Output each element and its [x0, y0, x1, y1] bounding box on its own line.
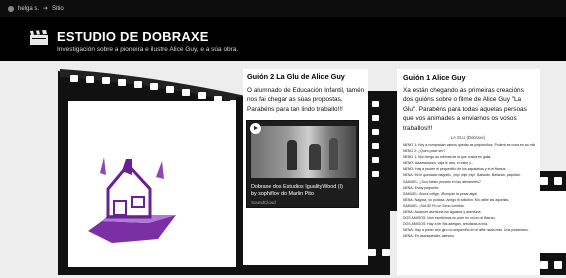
clapperboard-icon [30, 30, 48, 45]
video-thumbnail[interactable] [251, 126, 356, 178]
main-content: Guión 2 La Glu de Alice Guy O alumnado d… [0, 61, 566, 278]
post-title[interactable]: Guión 1 Alice Guy [403, 73, 466, 82]
play-icon[interactable] [250, 123, 261, 134]
video-figure [309, 144, 321, 170]
left-film-frame [68, 101, 240, 267]
breadcrumb-arrow-icon: ➜ [43, 6, 49, 12]
video-figure [329, 138, 338, 170]
top-navigation-bar: helga s. ➜ Sitio [0, 0, 566, 17]
site-subtitle: Investigación sobre a pioneira e ilustre… [57, 46, 239, 53]
site-favicon-icon [8, 5, 14, 12]
script-document: NENO 1: Hoy a compradan vamos quedar as … [403, 142, 535, 240]
site-title[interactable]: ESTUDIO DE DOBRAXE [57, 29, 209, 44]
section-link[interactable]: Sitio [52, 6, 64, 12]
video-title[interactable]: Dobraxe dos Estudios IgualityWood (I) by… [251, 184, 357, 198]
script-line: NENA: En asanquesiter, asesino. [403, 234, 455, 239]
video-title-text: Dobraxe dos Estudios IgualityWood (I) [251, 184, 343, 190]
site-name-link[interactable]: helga s. [18, 6, 39, 12]
video-author: by sophiflov do Marlin Pito [251, 191, 314, 197]
video-figure [287, 140, 297, 170]
post-card-guion-1[interactable]: Guión 1 Alice Guy Xa están chegando as p… [397, 69, 540, 275]
video-source: SoundCloud [251, 200, 276, 205]
script-heading: LA GLU (Dobraxe) [450, 135, 486, 140]
embedded-video-player[interactable]: Dobraxe dos Estudios IgualityWood (I) by… [246, 120, 359, 208]
post-excerpt: Xa están chegando as primeiras creacións… [403, 87, 527, 132]
post-excerpt: O alumnado de Educación Infantil, tamén … [247, 87, 365, 113]
site-header: ESTUDIO DE DOBRAXE Investigación sobre a… [0, 17, 566, 61]
post-title[interactable]: Guión 2 La Glu de Alice Guy [247, 72, 345, 81]
script-line: NENA: Mi le quedada magnífic, ¡hip! ¡hip… [403, 173, 521, 178]
